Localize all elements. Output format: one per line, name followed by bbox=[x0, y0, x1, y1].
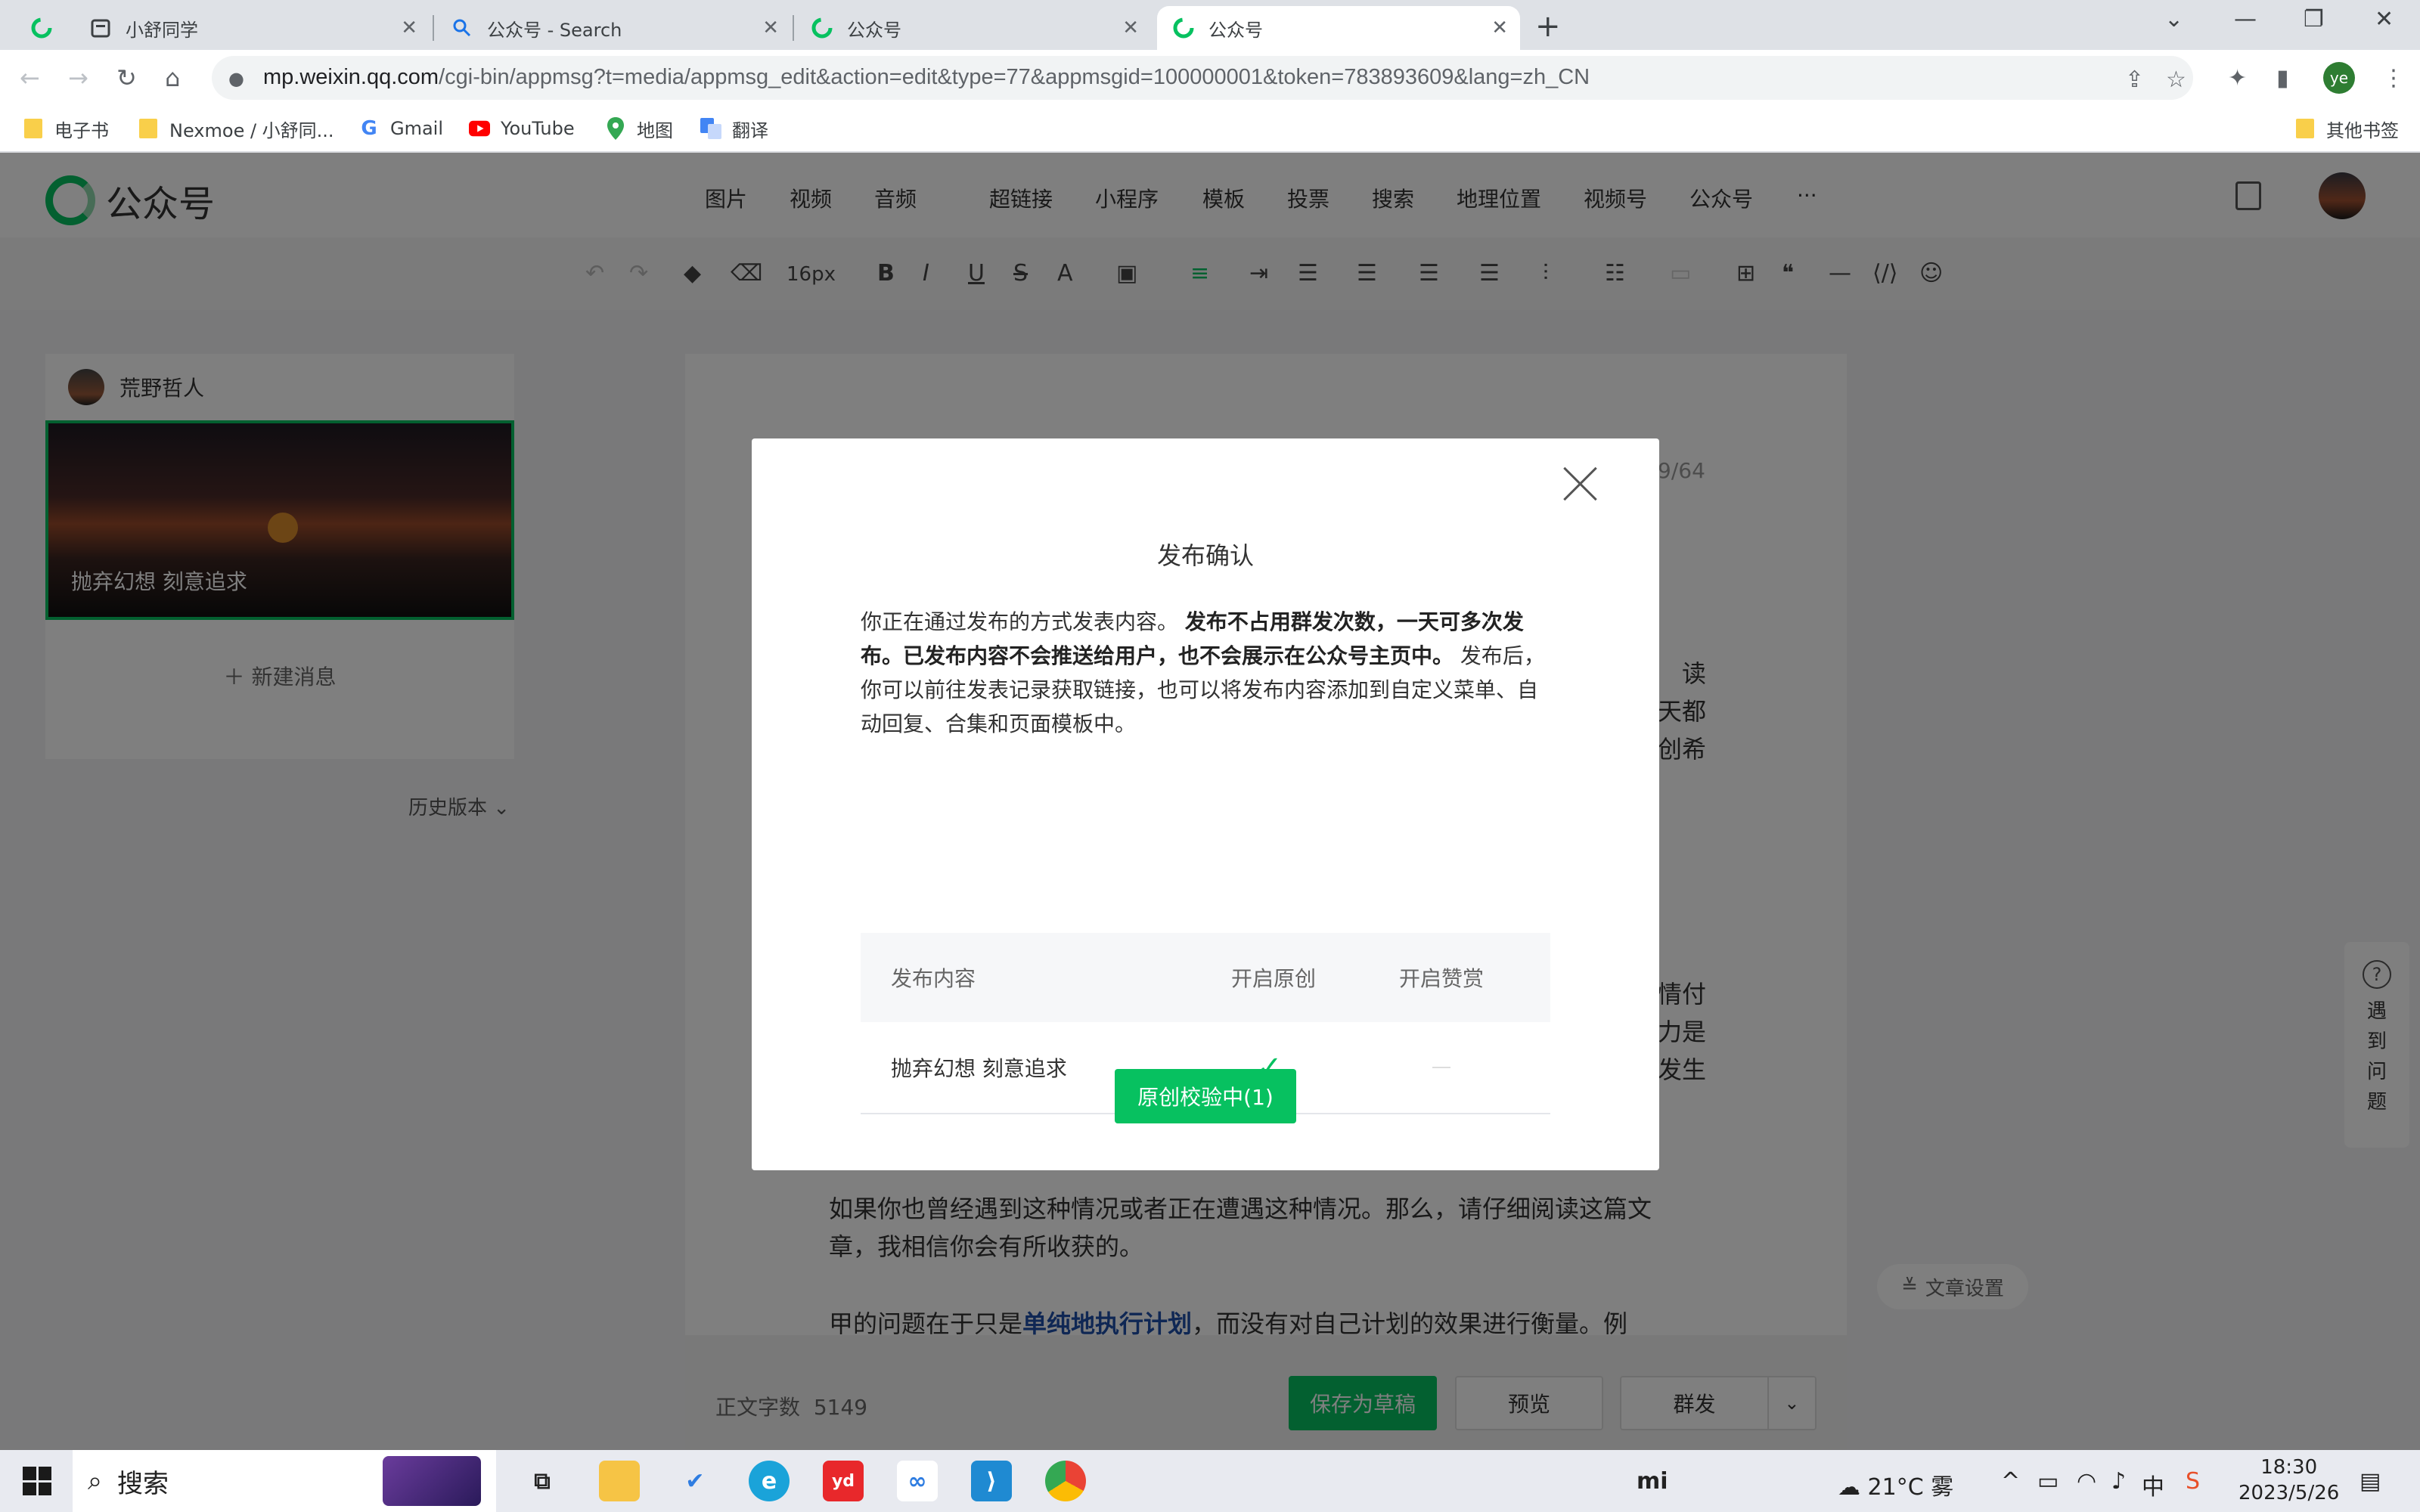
tab-separator bbox=[433, 15, 434, 41]
tab-mp-active[interactable]: 公众号 ✕ bbox=[1157, 6, 1520, 50]
search-icon bbox=[451, 17, 473, 39]
notification-icon[interactable]: ▤ bbox=[2360, 1468, 2381, 1495]
todo-icon[interactable]: ✔ bbox=[675, 1461, 715, 1501]
search-highlight-image bbox=[383, 1456, 481, 1506]
share-icon[interactable]: ⇪ bbox=[2125, 67, 2144, 93]
edge-icon[interactable]: e bbox=[749, 1461, 790, 1501]
tab-xiaoshu[interactable]: 小舒同学 ✕ bbox=[74, 6, 430, 50]
dash-icon bbox=[1432, 1022, 1450, 1113]
back-icon[interactable]: ← bbox=[20, 64, 40, 92]
tab-separator bbox=[793, 15, 794, 41]
youdao-icon[interactable]: yd bbox=[823, 1461, 864, 1501]
dialog-description: 你正在通过发布的方式发表内容。 发布不占用群发次数，一天可多次发布。已发布内容不… bbox=[861, 609, 1545, 736]
dialog-title: 发布确认 bbox=[1156, 541, 1254, 570]
tab-search-dropdown-icon[interactable]: ⌄ bbox=[2164, 6, 2183, 33]
folder-icon bbox=[2294, 118, 2316, 139]
windows-start-icon[interactable] bbox=[23, 1467, 51, 1495]
browser-tabbar: 小舒同学 ✕ 公众号 - Search ✕ 公众号 ✕ 公众号 ✕ + ⌄ — … bbox=[0, 0, 2420, 50]
col-original: 开启原创 bbox=[1231, 966, 1317, 991]
taskbar-clock[interactable]: 18:30 2023/5/26 bbox=[2238, 1455, 2339, 1506]
pinned-tab-wechat[interactable] bbox=[30, 6, 53, 50]
address-bar[interactable]: ● mp.weixin.qq.com/cgi-bin/appmsg?t=medi… bbox=[212, 56, 2193, 100]
tray-expand-icon[interactable]: ^ bbox=[2001, 1468, 2020, 1495]
search-icon: ⌕ bbox=[88, 1466, 103, 1496]
close-icon[interactable]: ✕ bbox=[401, 17, 417, 39]
close-icon[interactable]: ✕ bbox=[1491, 17, 1508, 39]
mp-editor-page: 公众号 图片 视频 音频 超链接 小程序 模板 投票 搜索 地理位置 视频号 公… bbox=[0, 153, 2420, 1450]
bookmark-maps[interactable]: 地图 bbox=[605, 115, 673, 142]
reload-icon[interactable]: ↻ bbox=[116, 64, 137, 92]
calendar-icon bbox=[89, 17, 112, 39]
wechat-mp-icon bbox=[1172, 17, 1195, 39]
close-icon[interactable] bbox=[1562, 466, 1599, 502]
side-panel-icon[interactable]: ▮ bbox=[2276, 65, 2289, 91]
wechat-mp-icon bbox=[30, 17, 53, 39]
weather-widget[interactable]: ☁ 21°C 雾 bbox=[1838, 1468, 1953, 1501]
windows-taskbar: ⌕ 搜索 ⧉ ✔ e yd ∞ ⟩ mi ☁ 21°C 雾 ^ ▭ ◠ ♪ 中 … bbox=[0, 1450, 2420, 1512]
profile-avatar[interactable]: ye bbox=[2323, 62, 2355, 94]
close-icon[interactable]: ✕ bbox=[762, 17, 779, 39]
minimize-button[interactable]: — bbox=[2234, 6, 2257, 33]
tab-title: 公众号 bbox=[847, 19, 901, 41]
bookmarks-bar: 电子书 Nexmoe / 小舒同... G Gmail YouTube 地图 翻… bbox=[0, 106, 2420, 153]
browser-toolbar: ← → ↻ ⌂ ● mp.weixin.qq.com/cgi-bin/appms… bbox=[0, 50, 2420, 106]
wifi-icon[interactable]: ◠ bbox=[2077, 1468, 2096, 1495]
publish-confirm-dialog: 发布确认 你正在通过发布的方式发表内容。 发布不占用群发次数，一天可多次发布。已… bbox=[752, 438, 1659, 1170]
home-icon[interactable]: ⌂ bbox=[165, 64, 180, 92]
volume-icon[interactable]: ♪ bbox=[2111, 1468, 2126, 1495]
menu-kebab-icon[interactable]: ⋮ bbox=[2382, 65, 2405, 91]
folder-icon bbox=[138, 118, 159, 139]
bookmark-star-icon[interactable]: ☆ bbox=[2166, 67, 2186, 93]
tab-title: 小舒同学 bbox=[126, 19, 198, 41]
close-icon[interactable]: ✕ bbox=[1122, 17, 1139, 39]
lock-icon[interactable]: ● bbox=[228, 68, 244, 89]
mi-icon[interactable]: mi bbox=[1637, 1468, 1668, 1495]
bookmark-gmail[interactable]: G Gmail bbox=[358, 115, 443, 142]
bookmark-youtube[interactable]: YouTube bbox=[469, 115, 575, 142]
col-reward: 开启赞赏 bbox=[1399, 966, 1485, 991]
file-explorer-icon[interactable] bbox=[599, 1461, 640, 1501]
original-check-button[interactable]: 原创校验中(1) bbox=[1115, 1069, 1296, 1123]
baidu-netdisk-icon[interactable]: ∞ bbox=[897, 1461, 938, 1501]
extensions-icon[interactable]: ✦ bbox=[2228, 65, 2247, 91]
task-view-icon[interactable]: ⧉ bbox=[522, 1461, 563, 1501]
table-header: 发布内容 开启原创 开启赞赏 bbox=[861, 933, 1550, 1022]
google-icon: G bbox=[361, 117, 377, 140]
chrome-icon[interactable] bbox=[1045, 1461, 1086, 1501]
sogou-icon[interactable]: S bbox=[2186, 1468, 2200, 1495]
tab-search[interactable]: 公众号 - Search ✕ bbox=[436, 6, 791, 50]
col-content: 发布内容 bbox=[891, 966, 976, 991]
bookmark-translate[interactable]: 翻译 bbox=[700, 115, 768, 142]
ime-indicator[interactable]: 中 bbox=[2142, 1468, 2164, 1501]
tab-mp-1[interactable]: 公众号 ✕ bbox=[796, 6, 1151, 50]
row-article-title: 抛弃幻想 刻意追求 bbox=[891, 1056, 1067, 1081]
window-close-button[interactable]: ✕ bbox=[2375, 6, 2394, 33]
taskbar-search[interactable]: ⌕ 搜索 bbox=[73, 1450, 496, 1512]
bookmark-ebooks[interactable]: 电子书 bbox=[23, 115, 109, 142]
maps-pin-icon bbox=[605, 117, 626, 140]
vscode-icon[interactable]: ⟩ bbox=[971, 1461, 1012, 1501]
url-text: mp.weixin.qq.com/cgi-bin/appmsg?t=media/… bbox=[263, 65, 1590, 89]
bookmark-nexmoe[interactable]: Nexmoe / 小舒同... bbox=[138, 115, 334, 142]
translate-icon bbox=[700, 118, 721, 139]
battery-icon[interactable]: ▭ bbox=[2037, 1468, 2059, 1495]
youtube-icon bbox=[469, 118, 490, 139]
bookmark-other[interactable]: 其他书签 bbox=[2294, 115, 2399, 142]
wechat-mp-icon bbox=[811, 17, 833, 39]
restore-button[interactable]: ❐ bbox=[2304, 6, 2324, 33]
folder-icon bbox=[23, 118, 44, 139]
tab-title: 公众号 bbox=[1208, 19, 1263, 41]
tab-title: 公众号 - Search bbox=[487, 19, 622, 41]
new-tab-button[interactable]: + bbox=[1535, 9, 1561, 44]
forward-icon[interactable]: → bbox=[68, 64, 88, 92]
